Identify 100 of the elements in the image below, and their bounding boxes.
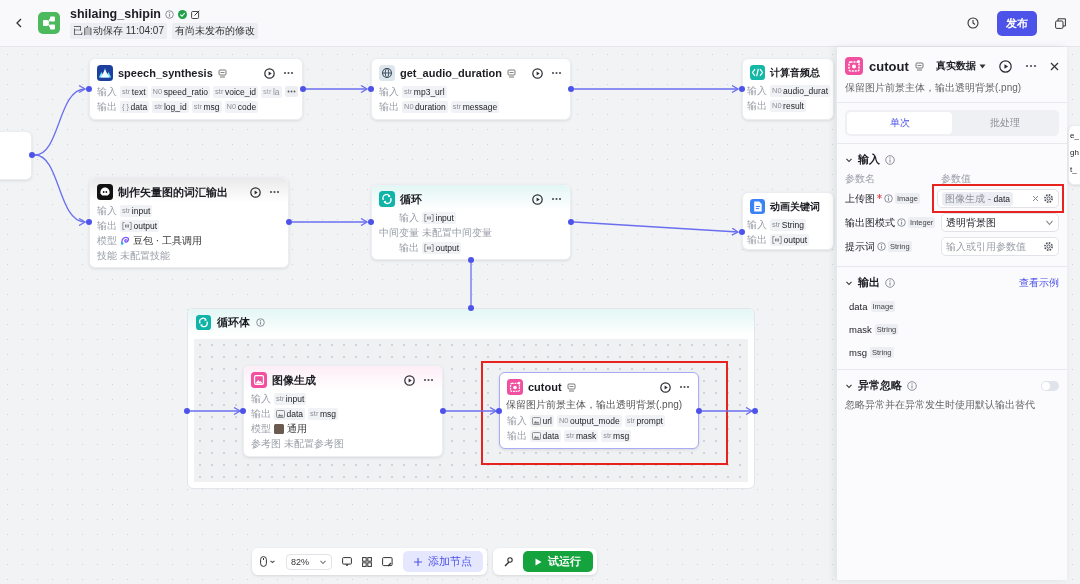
port-dot[interactable] (300, 86, 306, 92)
row-label: 输入 (379, 85, 399, 98)
plugin-badge-icon (914, 61, 924, 71)
edit-icon[interactable] (191, 9, 200, 19)
more-icon[interactable] (551, 71, 562, 75)
reference-tag[interactable]: 图像生成 - data (942, 191, 1014, 206)
empty-hint: 未配置参考图 (284, 437, 344, 450)
port-dot[interactable] (568, 86, 574, 92)
port-dot[interactable] (739, 86, 745, 92)
empty-hint: 未配置中间变量 (422, 226, 492, 239)
port-dot[interactable] (468, 257, 474, 263)
play-icon (535, 557, 542, 566)
variable-tag: data (274, 407, 306, 420)
port-dot[interactable] (468, 305, 474, 311)
more-icon[interactable] (283, 71, 294, 75)
model-logo-icon (120, 235, 130, 246)
play-icon[interactable] (660, 381, 671, 393)
data-source-dropdown[interactable]: 真实数据 (935, 59, 986, 73)
port-dot[interactable] (86, 86, 92, 92)
output-name: msg (849, 347, 867, 358)
settings-icon[interactable] (1043, 193, 1054, 204)
column-header: 参数值 (941, 172, 971, 186)
more-icon[interactable] (551, 197, 562, 201)
variable-tag: output (120, 219, 160, 232)
variable-tag: data (530, 429, 562, 442)
view-example-link[interactable]: 查看示例 (1019, 275, 1059, 290)
wrench-icon[interactable] (503, 556, 513, 567)
row-label: 输出 (97, 219, 117, 232)
row-label: 模型 (97, 234, 117, 247)
more-icon[interactable] (679, 385, 690, 389)
port-dot[interactable] (286, 219, 292, 225)
node-text: e_ (1069, 130, 1080, 142)
workflow-node[interactable]: e_ gh t_ (1068, 125, 1080, 185)
play-icon[interactable] (250, 186, 261, 198)
mode-select[interactable]: 透明背景图 (941, 213, 1059, 232)
connector-arrow (445, 406, 497, 416)
zoom-select[interactable]: 82% (286, 553, 332, 570)
play-icon[interactable] (532, 67, 543, 79)
more-icon[interactable] (423, 378, 434, 382)
model-name: 豆包 · 工具调用 (133, 234, 202, 247)
port-dot[interactable] (496, 408, 502, 414)
minimap-icon[interactable] (382, 556, 393, 567)
port-dot[interactable] (86, 219, 92, 225)
more-icon[interactable] (269, 190, 280, 194)
row-label: 模型 (251, 422, 271, 435)
history-icon[interactable] (967, 17, 979, 29)
more-icon[interactable] (1025, 64, 1037, 68)
port-dot[interactable] (240, 408, 246, 414)
publish-button[interactable]: 发布 (997, 10, 1037, 36)
connector-arrow (701, 406, 753, 416)
port-dot[interactable] (739, 229, 745, 235)
workflow-node[interactable] (0, 131, 32, 180)
chevron-down-icon[interactable] (1045, 218, 1054, 227)
panel-title: cutout (869, 58, 909, 74)
node-title: 制作矢量图的词汇输出 (118, 184, 228, 200)
node-text: t_ (1069, 164, 1078, 176)
array-type-icon (424, 213, 434, 222)
column-header: 参数名 (845, 172, 876, 186)
toggle-switch[interactable] (1041, 380, 1059, 391)
status-tag: 有尚未发布的修改 (171, 23, 258, 39)
settings-icon[interactable] (1043, 241, 1054, 252)
chevron-down-icon[interactable] (269, 558, 276, 565)
clear-icon[interactable] (1032, 195, 1039, 202)
add-node-button[interactable]: 添加节点 (403, 551, 483, 572)
port-dot[interactable] (184, 408, 190, 414)
copy-icon[interactable] (1055, 17, 1066, 29)
port-dot[interactable] (368, 86, 374, 92)
model-name: 通用 (287, 422, 307, 435)
row-label: 输入 (97, 204, 117, 217)
row-label: 输入 (398, 211, 419, 224)
play-icon[interactable] (264, 67, 275, 79)
layout-icon[interactable] (362, 556, 372, 567)
info-icon (877, 242, 886, 251)
play-icon[interactable] (532, 193, 543, 205)
app-logo-icon (38, 12, 60, 34)
play-icon[interactable] (404, 374, 415, 386)
port-dot[interactable] (752, 408, 758, 414)
mouse-mode-dropdown[interactable] (260, 556, 276, 567)
play-icon[interactable] (998, 59, 1012, 73)
port-dot[interactable] (568, 219, 574, 225)
mode-tab[interactable]: 单次 (847, 112, 952, 134)
workflow-node[interactable]: 循环 输入 input 中间变量 未配置中间变量 输出 output (371, 184, 571, 260)
array-type-icon (424, 243, 434, 252)
close-icon[interactable] (1050, 61, 1059, 71)
row-label: 参考图 (251, 437, 281, 450)
info-icon (897, 218, 906, 227)
comment-icon[interactable] (342, 556, 352, 567)
loop-icon (196, 315, 211, 330)
back-icon[interactable] (14, 18, 24, 28)
row-label: 输入 (507, 414, 527, 427)
port-dot[interactable] (440, 408, 446, 414)
port-dot[interactable] (29, 152, 35, 158)
output-name: mask (849, 324, 872, 335)
reference-field[interactable]: 图像生成 - data (937, 189, 1059, 208)
node-title: cutout (528, 381, 562, 393)
row-label: 输入 (747, 84, 767, 97)
prompt-input[interactable]: 输入或引用参数值 (941, 237, 1059, 256)
port-dot[interactable] (368, 219, 374, 225)
section-title: 输出 (858, 275, 880, 290)
port-dot[interactable] (696, 408, 702, 414)
